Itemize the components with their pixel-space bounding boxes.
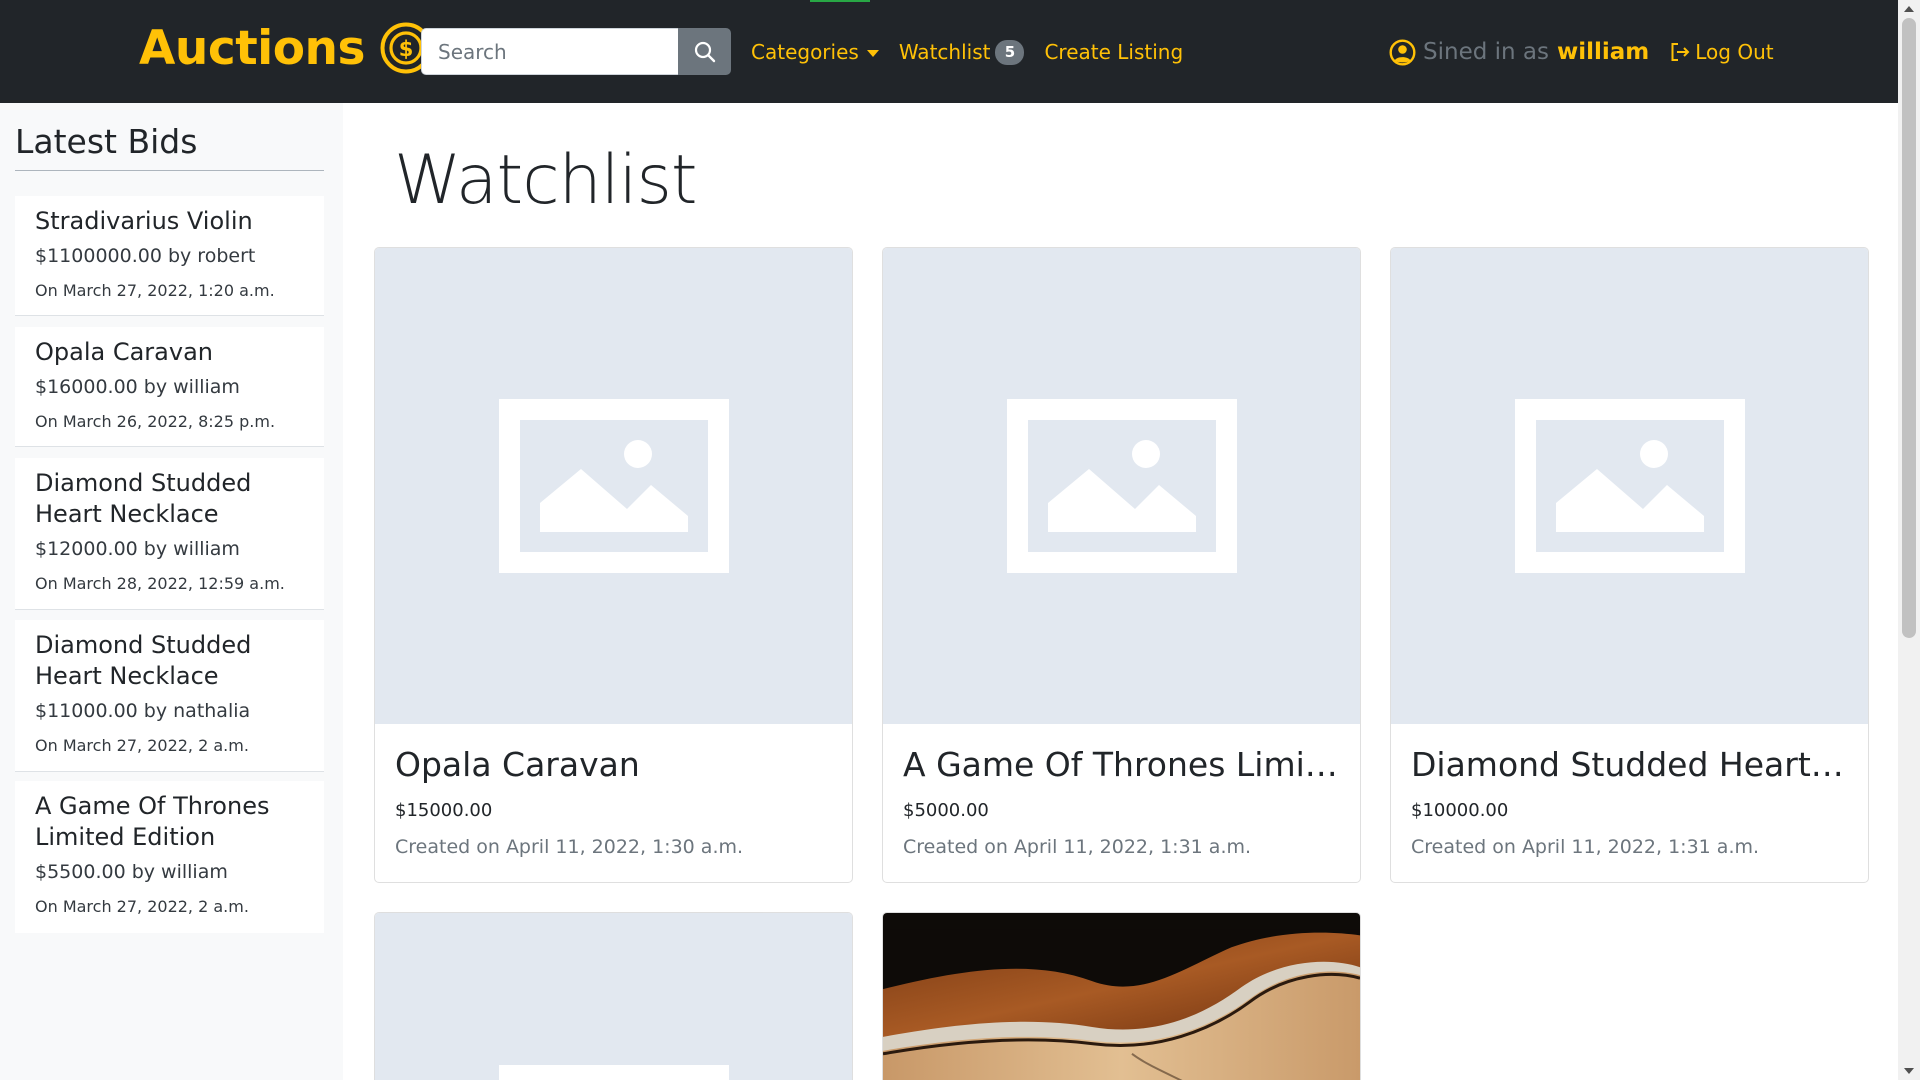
- user-circle-icon: [1389, 38, 1416, 66]
- watchlist-label: Watchlist: [898, 40, 991, 64]
- guitar-photo: [883, 913, 1360, 1080]
- logout-icon: [1671, 43, 1690, 61]
- bid-card[interactable]: Diamond Studded Heart Necklace $12000.00…: [15, 458, 324, 610]
- search-form: [421, 28, 731, 75]
- bid-date: On March 26, 2022, 8:25 p.m.: [35, 412, 276, 431]
- bid-amount: $12000.00 by william: [35, 538, 240, 560]
- listing-card-body: Diamond Studded Heart Necklace $10000.00…: [1391, 724, 1868, 882]
- bid-item-title: Stradivarius Violin: [35, 207, 253, 235]
- listing-card-body: A Game Of Thrones Limited Edition $5000.…: [883, 724, 1360, 882]
- listing-card[interactable]: Opala Caravan $15000.00 Created on April…: [374, 247, 853, 883]
- placeholder-image-icon: [498, 1065, 729, 1080]
- bid-date: On March 28, 2022, 12:59 a.m.: [35, 574, 285, 593]
- bid-card[interactable]: A Game Of Thrones Limited Edition $5500.…: [15, 781, 324, 933]
- listing-date: Created on April 11, 2022, 1:31 a.m.: [1411, 836, 1760, 858]
- listing-price: $5000.00: [903, 800, 989, 821]
- bid-item-title: Diamond Studded Heart Necklace: [35, 469, 252, 528]
- logout-link[interactable]: Log Out: [1669, 40, 1774, 64]
- user-area: Sined in as william Log Out: [1389, 34, 1774, 70]
- listing-title: A Game Of Thrones Limited Edition: [903, 745, 1340, 784]
- search-button[interactable]: [678, 28, 731, 75]
- bid-card[interactable]: Diamond Studded Heart Necklace $11000.00…: [15, 620, 324, 772]
- listing-price: $15000.00: [395, 800, 493, 821]
- create-listing-link[interactable]: Create Listing: [1044, 40, 1183, 64]
- brand-label: Auctions: [139, 20, 366, 76]
- nav-accent-line: [810, 0, 870, 2]
- bid-date: On March 27, 2022, 1:20 a.m.: [35, 281, 275, 300]
- categories-label: Categories: [751, 40, 859, 64]
- listing-card[interactable]: Diamond Studded Heart Necklace $10000.00…: [1390, 247, 1869, 883]
- sidebar-title: Latest Bids: [15, 122, 324, 171]
- listing-image: [883, 248, 1360, 724]
- search-icon: [694, 41, 715, 62]
- listing-title: Opala Caravan: [395, 745, 640, 784]
- bid-amount: $5500.00 by william: [35, 861, 228, 883]
- bid-card[interactable]: Stradivarius Violin $1100000.00 by rober…: [15, 196, 324, 316]
- watchlist-link[interactable]: Watchlist 5: [898, 39, 1025, 65]
- listing-card[interactable]: [882, 912, 1361, 1080]
- listing-date: Created on April 11, 2022, 1:30 a.m.: [395, 836, 744, 858]
- search-input[interactable]: [421, 28, 678, 75]
- bid-amount: $1100000.00 by robert: [35, 245, 256, 267]
- placeholder-image-icon: [1006, 399, 1237, 573]
- bid-amount: $16000.00 by william: [35, 376, 240, 398]
- caret-down-icon: [866, 49, 879, 57]
- svg-text:$: $: [399, 37, 414, 61]
- scroll-down-arrow-icon[interactable]: [1904, 1068, 1914, 1074]
- bid-date: On March 27, 2022, 2 a.m.: [35, 897, 249, 916]
- watchlist-count-badge: 5: [995, 39, 1025, 65]
- top-navbar: Auctions $ Categories Watchlist 5 Create…: [0, 0, 1898, 103]
- listing-image: [1391, 248, 1868, 724]
- listing-card[interactable]: [374, 912, 853, 1080]
- listing-image: [375, 913, 852, 1080]
- scroll-up-arrow-icon[interactable]: [1904, 6, 1914, 12]
- bid-item-title: A Game Of Thrones Limited Edition: [35, 792, 270, 851]
- bid-item-title: Opala Caravan: [35, 338, 213, 366]
- bid-amount: $11000.00 by nathalia: [35, 700, 251, 722]
- brand-link[interactable]: Auctions $: [139, 16, 432, 80]
- listing-card[interactable]: A Game Of Thrones Limited Edition $5000.…: [882, 247, 1361, 883]
- latest-bids-sidebar: Latest Bids Stradivarius Violin $1100000…: [0, 103, 343, 1080]
- logout-label: Log Out: [1695, 40, 1774, 64]
- placeholder-image-icon: [498, 399, 729, 573]
- bid-date: On March 27, 2022, 2 a.m.: [35, 736, 249, 755]
- page-title: Watchlist: [394, 141, 698, 220]
- listing-card-body: Opala Caravan $15000.00 Created on April…: [375, 724, 852, 882]
- scrollbar-thumb[interactable]: [1902, 18, 1916, 638]
- listing-price: $10000.00: [1411, 800, 1509, 821]
- listing-image: [375, 248, 852, 724]
- page-scrollbar[interactable]: [1898, 0, 1920, 1080]
- categories-dropdown[interactable]: Categories: [751, 40, 879, 64]
- placeholder-image-icon: [1514, 399, 1745, 573]
- signed-in-text: Sined in as: [1423, 39, 1549, 65]
- username: william: [1556, 39, 1650, 65]
- nav-links: Categories Watchlist 5 Create Listing: [751, 34, 1183, 70]
- listing-title: Diamond Studded Heart Necklace: [1411, 745, 1848, 784]
- bid-card[interactable]: Opala Caravan $16000.00 by william On Ma…: [15, 327, 324, 447]
- listing-date: Created on April 11, 2022, 1:31 a.m.: [903, 836, 1252, 858]
- bid-item-title: Diamond Studded Heart Necklace: [35, 631, 252, 690]
